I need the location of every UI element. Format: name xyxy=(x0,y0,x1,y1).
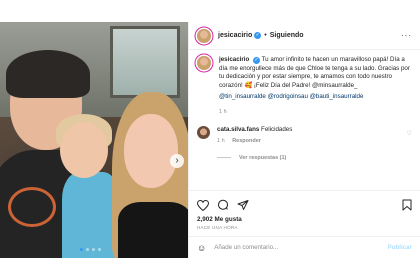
publish-button[interactable]: Publicar xyxy=(388,244,412,251)
post-side-panel: jesicacirio ✓ • Siguiendo ··· jesicaciri… xyxy=(188,22,420,258)
bookmark-icon[interactable] xyxy=(402,199,412,211)
post-caption: jesicacirio ✓ Tu amor infinito te hacen … xyxy=(197,56,412,117)
header-username[interactable]: jesicacirio xyxy=(218,32,252,39)
photo-window xyxy=(110,26,180,98)
post-header: jesicacirio ✓ • Siguiendo ··· xyxy=(189,22,420,50)
more-options-icon[interactable]: ··· xyxy=(401,31,412,40)
view-replies-button[interactable]: Ver respuestas (1) xyxy=(217,155,412,161)
header-separator: • xyxy=(264,32,267,39)
likes-count[interactable]: 2,902 Me gusta xyxy=(197,216,412,223)
comment-username[interactable]: cata.silva.fans xyxy=(217,126,259,133)
following-button[interactable]: Siguiendo xyxy=(270,32,304,39)
verified-badge-icon: ✓ xyxy=(254,32,262,39)
instagram-post: › jesicacirio ✓ • Siguiendo ··· jesicaci… xyxy=(0,22,420,258)
caption-mentions[interactable]: @tin_insaurralde @rodrigoinsau @bauti_in… xyxy=(219,93,412,102)
photo-shirt-print xyxy=(8,187,56,227)
carousel-dot xyxy=(98,248,101,251)
comment-like-heart-icon[interactable]: ♡ xyxy=(407,130,412,145)
caption-body: jesicacirio ✓ Tu amor infinito te hacen … xyxy=(219,56,412,117)
chevron-right-icon[interactable]: › xyxy=(170,154,184,168)
replies-line xyxy=(217,156,231,158)
caption-time: 1 h xyxy=(219,108,227,115)
view-replies-label: Ver respuestas (1) xyxy=(239,154,287,161)
photo-woman-body xyxy=(118,202,188,258)
comment-input[interactable] xyxy=(214,244,388,251)
emoji-icon[interactable]: ☺ xyxy=(197,243,206,253)
comments-section[interactable]: jesicacirio ✓ Tu amor infinito te hacen … xyxy=(189,50,420,190)
comment-icon[interactable] xyxy=(217,199,229,211)
photo-woman-face xyxy=(124,114,178,188)
photo-beanie xyxy=(6,50,90,98)
avatar[interactable] xyxy=(197,56,211,70)
post-timestamp: HACE UNA HORA xyxy=(197,225,238,230)
carousel-dot xyxy=(86,248,89,251)
carousel-dots xyxy=(80,248,101,251)
carousel-dot xyxy=(92,248,95,251)
avatar[interactable] xyxy=(197,28,211,43)
avatar[interactable] xyxy=(197,125,210,139)
reply-button[interactable]: Responder xyxy=(232,138,261,144)
comment-text: Felicidades xyxy=(261,125,293,133)
comment-time: 1 h xyxy=(217,137,225,144)
carousel-dot xyxy=(80,248,83,251)
add-comment-bar: ☺ Publicar xyxy=(189,236,420,258)
share-icon[interactable] xyxy=(237,199,249,211)
verified-badge-icon: ✓ xyxy=(253,57,261,64)
action-icons xyxy=(197,197,412,213)
comment-body: cata.silva.fans Felicidades 1 h Responde… xyxy=(217,126,407,145)
comment-meta: 1 h Responder xyxy=(217,137,407,145)
caption-username[interactable]: jesicacirio xyxy=(219,56,249,63)
post-photo[interactable]: › xyxy=(0,22,188,258)
comment-item: cata.silva.fans Felicidades 1 h Responde… xyxy=(197,125,412,145)
heart-icon[interactable] xyxy=(197,199,209,211)
photo-kid-face xyxy=(60,122,108,178)
post-actions: 2,902 Me gusta HACE UNA HORA xyxy=(189,190,420,230)
